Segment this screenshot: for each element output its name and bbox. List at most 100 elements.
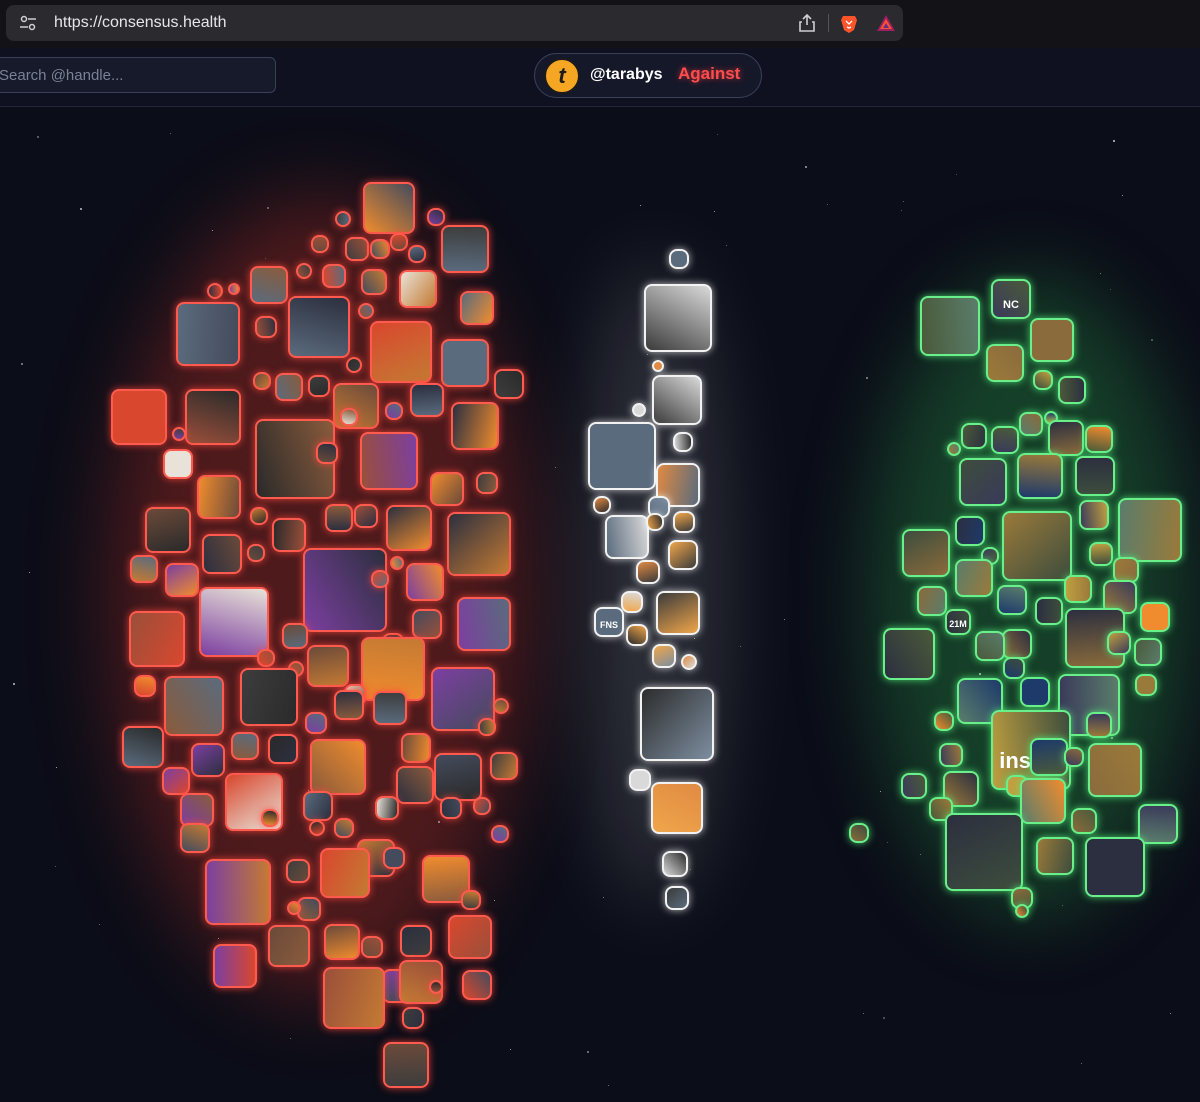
against-avatar-tile[interactable] [199,587,269,657]
against-avatar-tile[interactable] [320,848,370,898]
against-avatar-tile[interactable] [287,901,301,915]
for-avatar-tile[interactable] [849,823,869,843]
for-avatar-tile[interactable] [1020,677,1050,707]
for-avatar-tile[interactable] [901,773,927,799]
against-avatar-tile[interactable] [240,668,298,726]
for-avatar-tile[interactable] [1140,602,1170,632]
for-avatar-tile[interactable] [1064,747,1084,767]
against-avatar-tile[interactable] [390,233,408,251]
against-avatar-tile[interactable] [163,449,193,479]
against-avatar-tile[interactable] [272,518,306,552]
neutral-avatar-tile[interactable] [629,769,651,791]
for-avatar-tile[interactable] [961,423,987,449]
against-avatar-tile[interactable] [383,847,405,869]
against-avatar-tile[interactable] [111,389,167,445]
against-avatar-tile[interactable] [311,235,329,253]
against-avatar-tile[interactable] [430,472,464,506]
for-avatar-tile[interactable] [1064,575,1092,603]
against-avatar-tile[interactable] [427,208,445,226]
neutral-avatar-tile[interactable] [605,515,649,559]
for-avatar-tile[interactable] [934,711,954,731]
against-avatar-tile[interactable] [296,263,312,279]
for-avatar-tile[interactable] [939,743,963,767]
against-avatar-tile[interactable] [261,809,279,827]
against-avatar-tile[interactable] [268,925,310,967]
against-avatar-tile[interactable] [375,796,399,820]
against-avatar-tile[interactable] [164,676,224,736]
against-avatar-tile[interactable] [412,609,442,639]
neutral-avatar-tile[interactable] [636,560,660,584]
for-avatar-tile[interactable] [883,628,935,680]
for-avatar-tile[interactable] [1048,420,1084,456]
against-avatar-tile[interactable] [325,504,353,532]
site-settings-icon[interactable] [19,15,37,31]
against-avatar-tile[interactable] [213,944,257,988]
against-avatar-tile[interactable] [180,793,214,827]
for-avatar-tile[interactable] [1030,318,1074,362]
against-avatar-tile[interactable] [250,507,268,525]
against-avatar-tile[interactable] [396,766,434,804]
for-avatar-tile[interactable] [945,813,1023,891]
against-avatar-tile[interactable] [447,512,511,576]
against-avatar-tile[interactable] [207,283,223,299]
against-avatar-tile[interactable] [491,825,509,843]
against-avatar-tile[interactable] [255,316,277,338]
for-avatar-tile[interactable] [1118,498,1182,562]
for-avatar-tile[interactable] [1135,674,1157,696]
against-avatar-tile[interactable] [253,372,271,390]
for-avatar-tile[interactable] [997,585,1027,615]
for-avatar-tile[interactable]: 21M [945,609,971,635]
against-avatar-tile[interactable] [399,270,437,308]
against-avatar-tile[interactable] [408,245,426,263]
for-avatar-tile[interactable] [1033,370,1053,390]
against-avatar-tile[interactable] [340,408,358,426]
against-avatar-tile[interactable] [268,734,298,764]
for-avatar-tile[interactable] [1079,500,1109,530]
neutral-avatar-tile[interactable] [626,624,648,646]
against-avatar-tile[interactable] [247,544,265,562]
against-avatar-tile[interactable] [354,504,378,528]
for-avatar-tile[interactable] [1089,542,1113,566]
neutral-avatar-tile[interactable] [632,403,646,417]
neutral-avatar-tile[interactable] [651,782,703,834]
against-avatar-tile[interactable] [370,239,390,259]
against-avatar-tile[interactable] [473,797,491,815]
for-avatar-tile[interactable] [1002,511,1072,581]
against-avatar-tile[interactable] [316,442,338,464]
neutral-avatar-tile[interactable] [621,591,643,613]
for-avatar-tile[interactable] [1107,631,1131,655]
neutral-avatar-tile[interactable] [593,496,611,514]
neutral-avatar-tile[interactable] [588,422,656,490]
for-avatar-tile[interactable] [1020,778,1066,824]
against-avatar-tile[interactable] [361,936,383,958]
against-avatar-tile[interactable] [385,402,403,420]
against-avatar-tile[interactable] [334,818,354,838]
against-avatar-tile[interactable] [370,321,432,383]
against-avatar-tile[interactable] [440,797,462,819]
against-avatar-tile[interactable] [410,383,444,417]
for-avatar-tile[interactable] [955,516,985,546]
against-avatar-tile[interactable] [162,767,190,795]
neutral-avatar-tile[interactable] [665,886,689,910]
share-icon[interactable] [798,13,816,33]
for-avatar-tile[interactable]: NC [991,279,1031,319]
against-avatar-tile[interactable] [165,563,199,597]
against-avatar-tile[interactable] [205,859,271,925]
against-avatar-tile[interactable] [134,675,156,697]
against-avatar-tile[interactable] [172,427,186,441]
against-avatar-tile[interactable] [129,611,185,667]
for-avatar-tile[interactable] [917,586,947,616]
against-avatar-tile[interactable] [250,266,288,304]
for-avatar-tile[interactable] [1003,657,1025,679]
neutral-avatar-tile[interactable] [669,249,689,269]
for-avatar-tile[interactable] [1058,376,1086,404]
against-avatar-tile[interactable] [358,303,374,319]
for-avatar-tile[interactable] [1085,425,1113,453]
against-avatar-tile[interactable] [275,373,303,401]
against-avatar-tile[interactable] [305,712,327,734]
for-avatar-tile[interactable] [975,631,1005,661]
for-avatar-tile[interactable] [1015,904,1029,918]
against-avatar-tile[interactable] [361,269,387,295]
neutral-avatar-tile[interactable] [646,513,664,531]
against-avatar-tile[interactable] [228,283,240,295]
